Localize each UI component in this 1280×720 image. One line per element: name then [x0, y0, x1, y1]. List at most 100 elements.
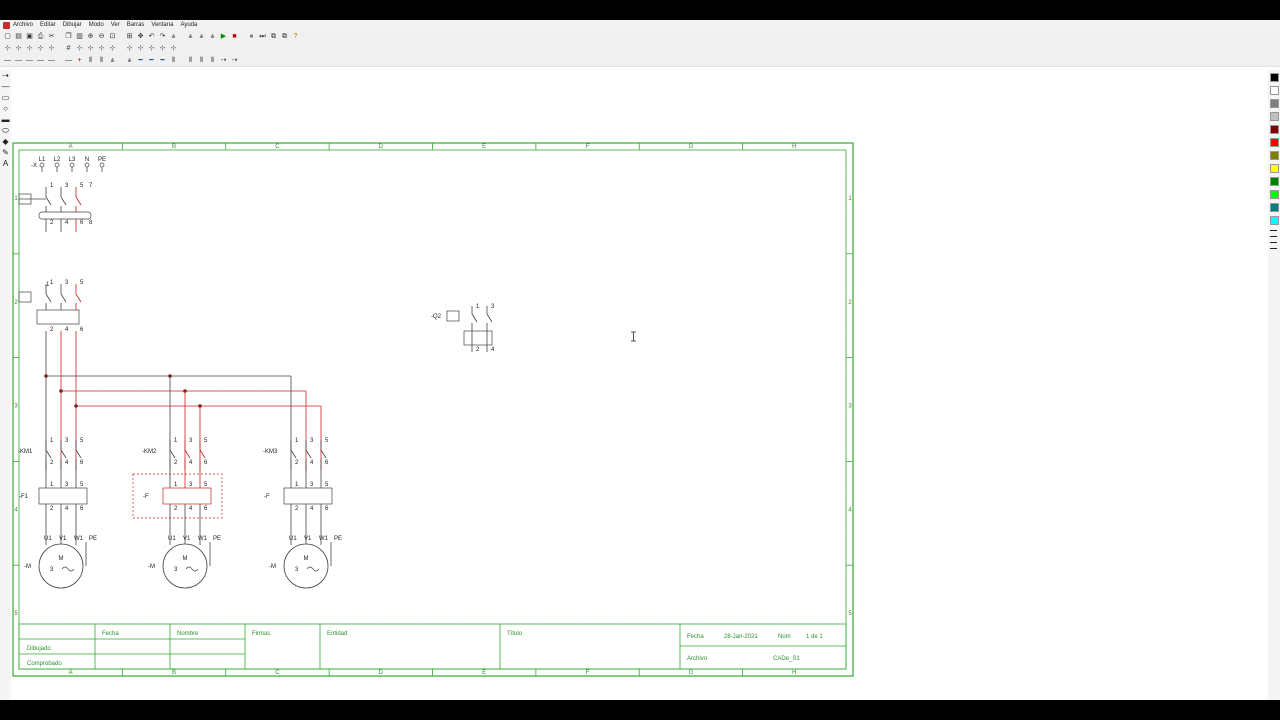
window-icon[interactable]: ⧉	[269, 32, 278, 41]
align-icon[interactable]: ⩓	[208, 32, 217, 41]
color-swatch[interactable]	[1270, 177, 1279, 186]
align-icon[interactable]: ⩓	[108, 56, 117, 65]
wire-icon[interactable]: ━	[136, 56, 145, 65]
wire-icon[interactable]: ━	[158, 56, 167, 65]
align-icon[interactable]: ⩓	[169, 32, 178, 41]
contact-icon[interactable]: ⫴	[208, 56, 217, 65]
point-icon[interactable]: +	[75, 56, 84, 65]
line-icon[interactable]: —	[64, 56, 73, 65]
color-swatch[interactable]	[1270, 138, 1279, 147]
bus-icon[interactable]: ⦀	[97, 56, 106, 65]
line-icon[interactable]: —	[14, 56, 23, 65]
line-width-tool[interactable]	[1270, 236, 1277, 237]
fill-icon[interactable]: ◆	[0, 136, 11, 147]
sel-icon[interactable]: ⊹	[136, 44, 145, 53]
zoom-window-icon[interactable]: ⊡	[108, 32, 117, 41]
menu-ayuda[interactable]: Ayuda	[180, 22, 197, 28]
ellipse-icon[interactable]: ⬭	[0, 125, 11, 136]
line-width-tool[interactable]	[1270, 230, 1277, 231]
contact-icon[interactable]: ⫴	[197, 56, 206, 65]
sel-icon[interactable]: ⊹	[169, 44, 178, 53]
line-width-tool[interactable]	[1270, 248, 1277, 249]
line-icon[interactable]: —	[47, 56, 56, 65]
color-swatch[interactable]	[1270, 112, 1279, 121]
play-icon[interactable]: ▶	[219, 32, 228, 41]
menu-editar[interactable]: Editar	[40, 22, 56, 28]
line-icon[interactable]: —	[3, 56, 12, 65]
sel-icon[interactable]: ⊹	[108, 44, 117, 53]
grid-dot	[515, 196, 516, 197]
color-swatch[interactable]	[1270, 151, 1279, 160]
cut-icon[interactable]: ✂	[47, 32, 56, 41]
color-swatch[interactable]	[1270, 125, 1279, 134]
menu-barras[interactable]: Barras	[127, 22, 145, 28]
color-swatch[interactable]	[1270, 99, 1279, 108]
line-icon[interactable]: —	[36, 56, 45, 65]
menu-archivo[interactable]: Archivo	[13, 22, 33, 28]
contact-icon[interactable]: ⫴	[186, 56, 195, 65]
zoom-out-icon[interactable]: ⊖	[97, 32, 106, 41]
sel-icon[interactable]: ⊹	[158, 44, 167, 53]
new-icon[interactable]: ▢	[3, 32, 12, 41]
wire-icon[interactable]: ━	[147, 56, 156, 65]
arrow-icon[interactable]: ⇢	[230, 56, 239, 65]
sel-icon[interactable]: ⊹	[75, 44, 84, 53]
sel-icon[interactable]: ⊹	[147, 44, 156, 53]
sel-icon[interactable]: ⊹	[25, 44, 34, 53]
pan-icon[interactable]: ✥	[136, 32, 145, 41]
save-icon[interactable]: ▣	[25, 32, 34, 41]
line-width-tool[interactable]	[1270, 242, 1277, 243]
sel-icon[interactable]: ⊹	[47, 44, 56, 53]
arrow-icon[interactable]: ⇢	[219, 56, 228, 65]
undo-icon[interactable]: ↶	[147, 32, 156, 41]
grid-dot	[705, 556, 706, 557]
zoom-all-icon[interactable]: ⊞	[125, 32, 134, 41]
arrow-icon[interactable]: ⇢	[0, 70, 11, 81]
grid-dot	[65, 436, 66, 437]
align-icon[interactable]: ⩓	[197, 32, 206, 41]
circle-icon[interactable]: ○	[0, 103, 11, 114]
drawing-canvas[interactable]: A A B B C C D D E E F F G G H H 1 1 2 2 3 3 4 4 5 5 Fecha Nombre Fir…	[11, 70, 1268, 700]
color-swatch[interactable]	[1270, 73, 1279, 82]
rectangle-icon[interactable]: ▭	[0, 92, 11, 103]
step-icon[interactable]: ⏭	[258, 32, 267, 41]
pause-icon[interactable]: ⏸	[247, 32, 256, 41]
menu-dibujar[interactable]: Dibujar	[63, 22, 82, 28]
window-icon[interactable]: ⧉	[280, 32, 289, 41]
align-icon[interactable]: ⩓	[186, 32, 195, 41]
help-icon[interactable]: ?	[291, 32, 300, 41]
grid-dot	[645, 316, 646, 317]
sel-icon[interactable]: ⊹	[125, 44, 134, 53]
open-icon[interactable]: ▤	[14, 32, 23, 41]
sel-icon[interactable]: ⊹	[3, 44, 12, 53]
menu-ver[interactable]: Ver	[111, 22, 120, 28]
color-swatch[interactable]	[1270, 203, 1279, 212]
color-swatch[interactable]	[1270, 164, 1279, 173]
align-icon[interactable]: ⩓	[125, 56, 134, 65]
zoom-in-icon[interactable]: ⊕	[86, 32, 95, 41]
paste-icon[interactable]: ▥	[75, 32, 84, 41]
copy-icon[interactable]: ❐	[64, 32, 73, 41]
pencil-icon[interactable]: ✎	[0, 147, 11, 158]
sel-icon[interactable]: ⊹	[36, 44, 45, 53]
color-swatch[interactable]	[1270, 216, 1279, 225]
menu-ventana[interactable]: Ventana	[151, 22, 173, 28]
sel-icon[interactable]: ⊹	[86, 44, 95, 53]
line-icon[interactable]: —	[25, 56, 34, 65]
print-icon[interactable]: ⎙	[36, 32, 45, 41]
stop-icon[interactable]: ■	[230, 32, 239, 41]
grid-icon[interactable]: #	[64, 44, 73, 53]
sel-icon[interactable]: ⊹	[14, 44, 23, 53]
grid-dot	[665, 496, 666, 497]
contact-icon[interactable]: ⫴	[169, 56, 178, 65]
color-swatch[interactable]	[1270, 190, 1279, 199]
box-icon[interactable]: ▬	[0, 114, 11, 125]
menu-modo[interactable]: Modo	[89, 22, 104, 28]
schematic-drawing[interactable]: AABBCCDDEEFFGGHH1 12 23 34 45 5Fecha Nombre Fir…	[11, 70, 1268, 700]
redo-icon[interactable]: ↷	[158, 32, 167, 41]
line-icon[interactable]: —	[0, 81, 11, 92]
sel-icon[interactable]: ⊹	[97, 44, 106, 53]
text-icon[interactable]: A	[0, 158, 11, 169]
color-swatch[interactable]	[1270, 86, 1279, 95]
bus-icon[interactable]: ⦀	[86, 56, 95, 65]
